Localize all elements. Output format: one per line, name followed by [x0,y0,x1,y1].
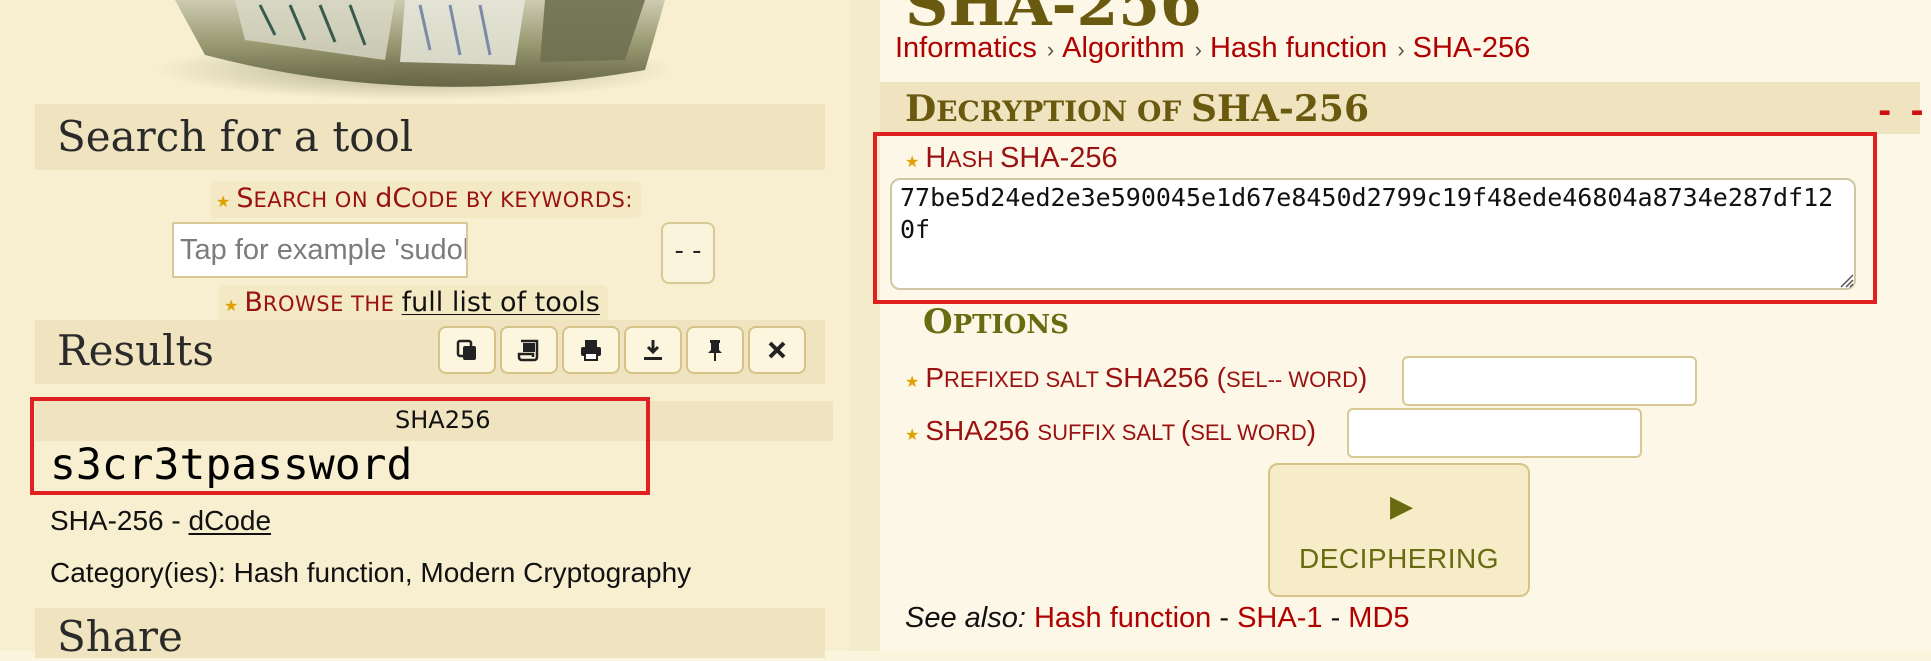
prefixed-salt-input[interactable] [1402,356,1697,406]
breadcrumb-separator: › [1194,37,1202,62]
search-input[interactable] [172,222,468,278]
results-section-title: Results [57,326,214,375]
star-icon: ★ [905,374,920,391]
search-options-button[interactable]: - - [661,222,715,284]
star-icon: ★ [905,427,920,444]
result-highlight-box [30,397,650,495]
see-also-md5-link[interactable]: MD5 [1348,602,1409,634]
download-icon [644,340,662,360]
full-list-of-tools-link[interactable]: full list of tools [402,287,600,318]
decryption-panel-title: Decryption of SHA-256 [905,88,1370,130]
keyword-search-label: ★ Search on dCode by keywords: [210,181,641,218]
play-icon: ▶ [1390,489,1414,524]
close-icon [768,341,786,359]
result-category-line: Category(ies): Hash function, Modern Cry… [50,557,692,588]
see-also-line: See also: Hash function - SHA-1 - MD5 [905,602,1410,634]
share-section-title: Share [57,612,183,661]
source-prefix: SHA-256 - [50,505,189,536]
browse-tools-line: ★ Browse the full list of tools [218,285,608,322]
scroll-icon [517,339,539,362]
breadcrumb-sha256[interactable]: SHA-256 [1413,32,1531,64]
star-icon: ★ [224,296,239,315]
star-icon: ★ [216,192,231,211]
breadcrumb-hash-function[interactable]: Hash function [1210,32,1387,64]
see-also-hash-function-link[interactable]: Hash function [1034,602,1211,634]
options-title: Options [923,302,1069,342]
scroll-button[interactable] [500,326,558,374]
download-button[interactable] [624,326,682,374]
deciphering-button[interactable]: ▶ DECIPHERING [1268,463,1530,597]
suffix-salt-input[interactable] [1347,408,1642,458]
see-also-sha1-link[interactable]: SHA-1 [1237,602,1322,634]
deciphering-label: DECIPHERING [1299,543,1499,574]
hash-highlight-box [873,132,1877,304]
copy-icon [456,339,476,360]
breadcrumb: Informatics › Algorithm › Hash function › SHA-… [895,32,1530,65]
breadcrumb-separator: › [1397,37,1405,62]
close-results-button[interactable] [748,326,806,374]
print-icon [581,340,601,361]
copy-button[interactable] [438,326,496,374]
breadcrumb-separator: › [1046,37,1055,62]
breadcrumb-informatics[interactable]: Informatics [895,32,1037,64]
search-section-title: Search for a tool [57,112,414,161]
panel-collapse-toggle[interactable]: - - [1878,92,1928,130]
pin-button[interactable] [686,326,744,374]
breadcrumb-algorithm[interactable]: Algorithm [1062,32,1185,64]
dcode-link[interactable]: dCode [189,505,272,536]
dcode-logo-cylinder-image [155,0,675,100]
print-button[interactable] [562,326,620,374]
prefixed-salt-label: ★ Prefixed salt SHA256 (sel-- word) [905,362,1368,393]
see-also-label: See also: [905,602,1026,634]
suffix-salt-label: ★ SHA256 suffix salt (sel word) [905,415,1317,446]
pin-icon [708,340,722,361]
result-source-line: SHA-256 - dCode [50,505,271,537]
